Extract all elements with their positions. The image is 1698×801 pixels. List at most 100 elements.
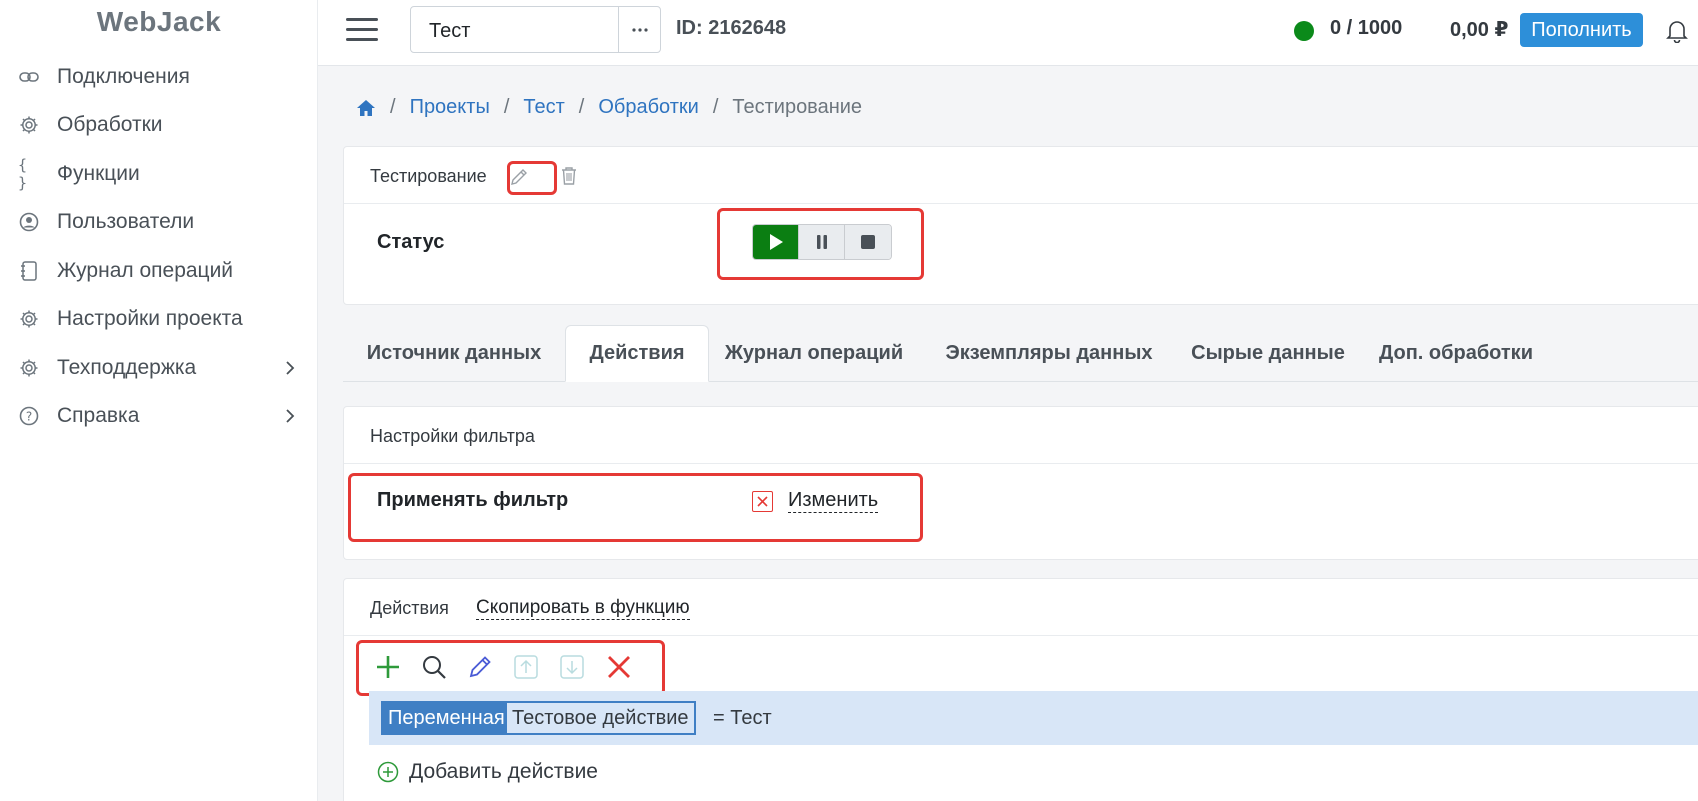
- add-action-link[interactable]: Добавить действие: [377, 760, 598, 784]
- breadcrumb-current: Тестирование: [732, 96, 863, 118]
- move-down-button[interactable]: [556, 651, 588, 683]
- status-label: Статус: [377, 231, 445, 253]
- play-icon: [769, 234, 783, 250]
- chevron-right-icon: [282, 360, 298, 376]
- trash-icon: [562, 167, 576, 185]
- sidebar-item-journal[interactable]: Журнал операций: [0, 250, 318, 292]
- close-icon: [608, 656, 630, 678]
- project-selector-value: Тест: [429, 20, 471, 42]
- sidebar: WebJack Подключения Обработки { } Функци…: [0, 0, 318, 801]
- edit-title-button[interactable]: [504, 163, 534, 191]
- tabs: Источник данных Действия Журнал операций…: [343, 325, 1698, 382]
- usage-counter: 0 / 1000: [1330, 17, 1403, 39]
- x-icon: [757, 496, 768, 507]
- tab-actions[interactable]: Действия: [565, 325, 709, 382]
- delete-action-button[interactable]: [603, 651, 635, 683]
- tab-extra-processing[interactable]: Доп. обработки: [1357, 325, 1555, 382]
- sidebar-item-label: Подключения: [57, 65, 190, 88]
- braces-icon: { }: [18, 156, 28, 192]
- topup-button[interactable]: Пополнить: [1520, 13, 1643, 47]
- sidebar-item-label: Техподдержка: [57, 356, 197, 379]
- filter-checkbox[interactable]: [752, 491, 773, 512]
- play-button[interactable]: [753, 225, 799, 259]
- status-controls: [752, 224, 892, 260]
- move-up-button[interactable]: [510, 651, 542, 683]
- tab-journal[interactable]: Журнал операций: [709, 325, 919, 382]
- sidebar-item-label: Справка: [57, 404, 140, 427]
- change-filter-link[interactable]: Изменить: [788, 489, 879, 513]
- add-action-label: Добавить действие: [409, 760, 598, 783]
- status-indicator: [1294, 21, 1314, 41]
- journal-icon: [18, 260, 40, 282]
- edit-action-button[interactable]: [464, 651, 496, 683]
- stop-button[interactable]: [845, 225, 891, 259]
- sidebar-item-label: Функции: [57, 162, 140, 185]
- processing-card: Тестирование Статус: [343, 146, 1698, 305]
- sidebar-item-label: Обработки: [57, 113, 163, 136]
- sidebar-item-users[interactable]: Пользователи: [0, 201, 318, 243]
- action-type-tag[interactable]: Переменная: [381, 701, 512, 735]
- arrow-down-icon: [560, 655, 584, 679]
- gear-icon: [18, 308, 40, 330]
- chevron-right-icon: [282, 408, 298, 424]
- sidebar-item-processings[interactable]: Обработки: [0, 104, 318, 146]
- tab-raw-data[interactable]: Сырые данные: [1179, 325, 1357, 382]
- tab-data-source[interactable]: Источник данных: [343, 325, 565, 382]
- breadcrumb-separator: /: [578, 96, 585, 118]
- action-name-tag[interactable]: Тестовое действие: [505, 701, 696, 735]
- svg-text:?: ?: [26, 410, 32, 424]
- project-id: ID: 2162648: [676, 17, 787, 39]
- pencil-icon: [511, 169, 527, 185]
- gear-icon: [18, 357, 40, 379]
- link-icon: [18, 66, 40, 88]
- sidebar-item-connections[interactable]: Подключения: [0, 56, 318, 98]
- breadcrumb-project[interactable]: Тест: [523, 96, 564, 119]
- tab-data-instances[interactable]: Экземпляры данных: [919, 325, 1179, 382]
- sidebar-item-help[interactable]: ? Справка: [0, 395, 318, 437]
- gear-icon: [18, 114, 40, 136]
- project-selector[interactable]: Тест: [410, 6, 661, 53]
- actions-title: Действия: [370, 598, 449, 618]
- pause-icon: [816, 235, 827, 249]
- balance: 0,00 ₽: [1450, 19, 1509, 41]
- apply-filter-label: Применять фильтр: [377, 489, 569, 511]
- processing-title: Тестирование: [370, 166, 487, 186]
- sidebar-item-functions[interactable]: { } Функции: [0, 153, 318, 195]
- breadcrumb-processings[interactable]: Обработки: [598, 96, 698, 119]
- plus-icon: [377, 656, 399, 678]
- sidebar-item-label: Пользователи: [57, 210, 195, 233]
- arrow-up-icon: [514, 655, 538, 679]
- bell-icon[interactable]: [1666, 19, 1688, 44]
- action-row[interactable]: Переменная Тестовое действие = Тест: [369, 691, 1698, 745]
- sidebar-item-label: Настройки проекта: [57, 307, 243, 330]
- sidebar-item-label: Журнал операций: [57, 259, 234, 282]
- breadcrumb-projects[interactable]: Проекты: [410, 96, 490, 119]
- action-assignment: = Тест: [713, 707, 772, 729]
- home-icon[interactable]: [356, 99, 376, 117]
- filter-card-header: [344, 407, 1698, 464]
- add-action-button[interactable]: [372, 651, 404, 683]
- pause-button[interactable]: [799, 225, 845, 259]
- more-button[interactable]: [618, 7, 660, 52]
- plus-circle-icon: [377, 761, 399, 783]
- processing-card-header: [344, 147, 1698, 204]
- breadcrumb: / Проекты / Тест / Обработки / Тестирова…: [356, 96, 862, 119]
- question-circle-icon: ?: [18, 405, 40, 427]
- menu-toggle-icon[interactable]: [346, 18, 378, 42]
- search-icon: [423, 656, 446, 679]
- filter-card: Настройки фильтра Применять фильтр Измен…: [343, 406, 1698, 560]
- delete-processing-button[interactable]: [560, 166, 580, 188]
- sidebar-item-support[interactable]: Техподдержка: [0, 347, 318, 389]
- breadcrumb-separator: /: [712, 96, 719, 118]
- app-logo[interactable]: WebJack: [0, 6, 318, 38]
- stop-icon: [861, 235, 875, 249]
- ellipsis-icon: [631, 27, 648, 32]
- copy-to-function-link[interactable]: Скопировать в функцию: [476, 597, 690, 620]
- search-action-button[interactable]: [418, 651, 450, 683]
- breadcrumb-separator: /: [503, 96, 510, 118]
- pencil-icon: [469, 656, 491, 678]
- filter-title: Настройки фильтра: [370, 426, 535, 446]
- breadcrumb-separator: /: [390, 96, 396, 118]
- sidebar-item-project-settings[interactable]: Настройки проекта: [0, 298, 318, 340]
- user-circle-icon: [18, 211, 40, 233]
